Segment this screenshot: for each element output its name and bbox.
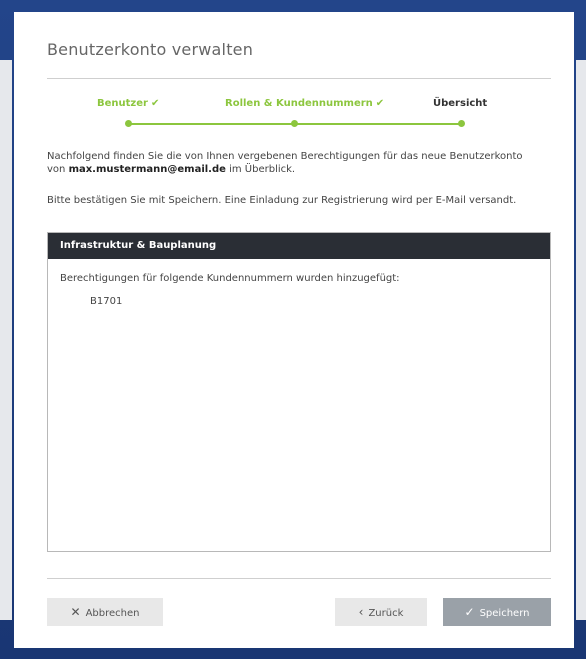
background-app-left [0,60,12,620]
step-label: Übersicht [433,98,488,109]
user-email: max.mustermann@email.de [68,164,226,175]
step-rollen-kundennummern[interactable]: Rollen & Kundennummern ✔ [225,98,384,109]
step-dot-benutzer [125,120,132,127]
step-label: Rollen & Kundennummern [225,98,373,109]
chevron-left-icon: ‹ [358,605,364,619]
check-icon: ✔ [375,98,385,109]
background-app-right [576,60,586,620]
back-button[interactable]: ‹ Zurück [335,598,427,626]
manage-account-dialog: Benutzerkonto verwalten Benutzer ✔ Rollen… [14,12,574,648]
title-divider [47,78,551,79]
customer-number-item: B1701 [90,296,123,307]
dialog-title: Benutzerkonto verwalten [47,40,254,59]
step-label: Benutzer [97,98,148,109]
intro-text: Nachfolgend finden Sie die von Ihnen ver… [47,151,523,175]
panel-header: Infrastruktur & Bauplanung [48,233,550,259]
panel-description: Berechtigungen für folgende Kundennummer… [60,273,400,284]
cancel-button[interactable]: ✕ Abbrechen [47,598,163,626]
footer-divider [47,578,551,579]
check-icon: ✓ [464,605,475,619]
step-dot-uebersicht [458,120,465,127]
save-button[interactable]: ✓ Speichern [443,598,551,626]
permissions-panel: Infrastruktur & Bauplanung Berechtigunge… [47,232,551,552]
step-uebersicht: Übersicht [433,98,487,109]
confirm-text: Bitte bestätigen Sie mit Speichern. Eine… [47,195,517,206]
step-benutzer[interactable]: Benutzer ✔ [97,98,159,109]
step-dot-rollen [291,120,298,127]
close-icon: ✕ [70,605,81,619]
wizard-stepper: Benutzer ✔ Rollen & Kundennummern ✔ Übersi… [47,92,551,136]
check-icon: ✔ [150,98,160,109]
